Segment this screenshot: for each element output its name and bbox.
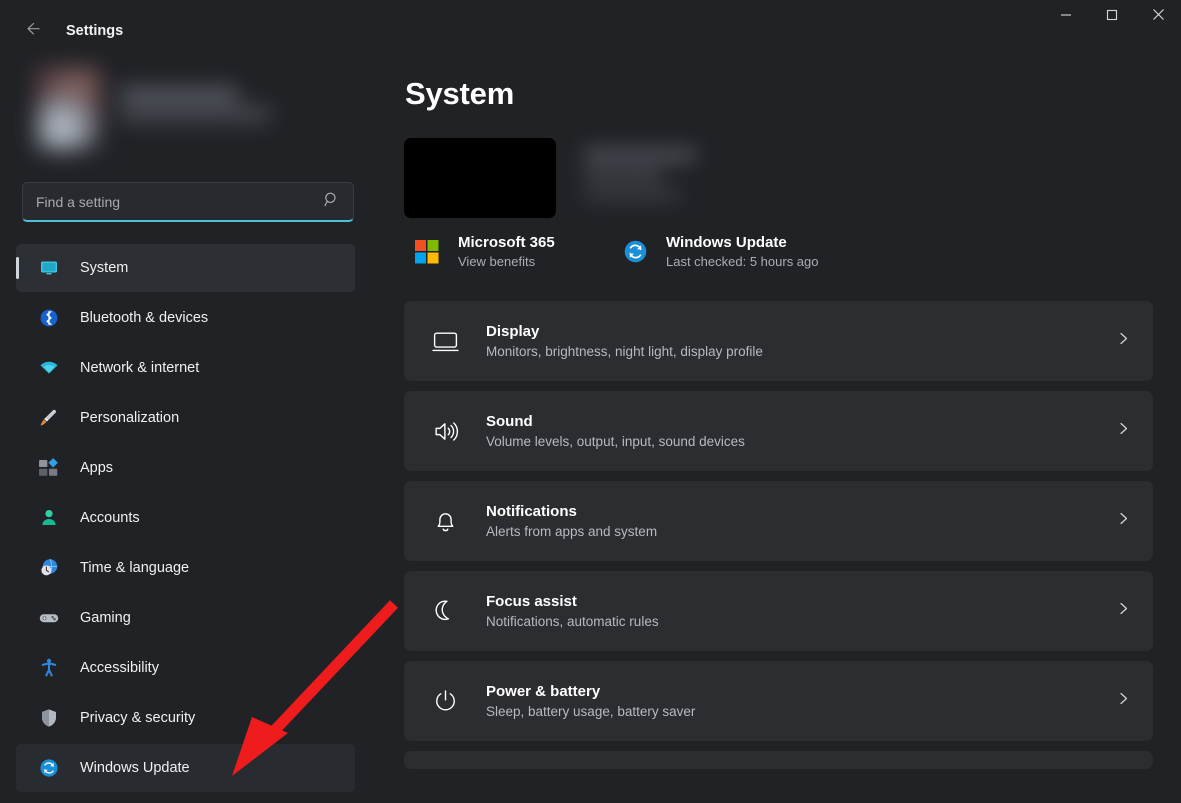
row-title: Sound: [486, 413, 1116, 430]
tile-title: Microsoft 365: [458, 234, 555, 251]
close-icon: [1152, 8, 1165, 26]
wifi-icon: [36, 355, 62, 381]
display-icon: [430, 326, 460, 356]
sidebar-item-system[interactable]: System: [16, 244, 355, 292]
sidebar-item-network-internet[interactable]: Network & internet: [16, 344, 355, 392]
sidebar-item-gaming[interactable]: Gaming: [16, 594, 355, 642]
app-title: Settings: [66, 14, 123, 48]
search-input[interactable]: Find a setting: [36, 194, 323, 210]
close-button[interactable]: [1135, 0, 1181, 33]
sidebar-item-label: Bluetooth & devices: [80, 310, 208, 326]
settings-row-display[interactable]: Display Monitors, brightness, night ligh…: [404, 301, 1153, 381]
back-arrow-icon: [22, 19, 41, 43]
power-icon: [430, 686, 460, 716]
apps-icon: [36, 455, 62, 481]
chevron-right-icon: [1116, 511, 1131, 531]
moon-icon: [430, 596, 460, 626]
chevron-right-icon: [1116, 691, 1131, 711]
sidebar-item-time-language[interactable]: Time & language: [16, 544, 355, 592]
row-subtitle: Notifications, automatic rules: [486, 614, 1116, 629]
microsoft-logo-icon: [412, 237, 442, 267]
sidebar-item-personalization[interactable]: Personalization: [16, 394, 355, 442]
row-title: Focus assist: [486, 593, 1116, 610]
sidebar-item-accounts[interactable]: Accounts: [16, 494, 355, 542]
tile-subtitle: Last checked: 5 hours ago: [666, 254, 819, 269]
sidebar-nav: System Bluetooth & devices: [0, 244, 375, 792]
row-title: Display: [486, 323, 1116, 340]
row-subtitle: Monitors, brightness, night light, displ…: [486, 344, 1116, 359]
tile-title: Windows Update: [666, 234, 819, 251]
sidebar-item-accessibility[interactable]: Accessibility: [16, 644, 355, 692]
device-cards: [404, 138, 1153, 218]
chevron-right-icon: [1116, 331, 1131, 351]
row-subtitle: Volume levels, output, input, sound devi…: [486, 434, 1116, 449]
tile-subtitle: View benefits: [458, 254, 555, 269]
windows-update-tile[interactable]: Windows Update Last checked: 5 hours ago: [612, 234, 819, 269]
settings-row-next-partial[interactable]: [404, 751, 1153, 769]
back-button[interactable]: [12, 14, 50, 48]
avatar: [36, 67, 102, 151]
sidebar-item-label: Time & language: [80, 560, 189, 576]
sidebar-item-label: Accessibility: [80, 660, 159, 676]
device-image-card: [404, 138, 556, 218]
bluetooth-icon: [36, 305, 62, 331]
main-content: System Microsoft: [375, 60, 1181, 803]
microsoft-365-tile[interactable]: Microsoft 365 View benefits: [404, 234, 612, 269]
shield-icon: [36, 705, 62, 731]
sidebar-item-windows-update[interactable]: Windows Update: [16, 744, 355, 792]
sidebar-item-label: Windows Update: [80, 760, 190, 776]
sidebar-item-privacy-security[interactable]: Privacy & security: [16, 694, 355, 742]
row-subtitle: Sleep, battery usage, battery saver: [486, 704, 1116, 719]
settings-row-focus-assist[interactable]: Focus assist Notifications, automatic ru…: [404, 571, 1153, 651]
sidebar-item-apps[interactable]: Apps: [16, 444, 355, 492]
chevron-right-icon: [1116, 601, 1131, 621]
maximize-button[interactable]: [1089, 0, 1135, 33]
bell-icon: [430, 506, 460, 536]
sidebar-item-bluetooth-devices[interactable]: Bluetooth & devices: [16, 294, 355, 342]
minimize-button[interactable]: [1043, 0, 1089, 33]
search-icon: [323, 191, 340, 213]
info-tiles: Microsoft 365 View benefits Windows Upda…: [404, 234, 1153, 269]
sidebar-item-label: Gaming: [80, 610, 131, 626]
sidebar: Find a setting System: [0, 60, 375, 803]
settings-row-notifications[interactable]: Notifications Alerts from apps and syste…: [404, 481, 1153, 561]
paintbrush-icon: [36, 405, 62, 431]
page-title: System: [405, 76, 1153, 112]
monitor-icon: [36, 255, 62, 281]
gamepad-icon: [36, 605, 62, 631]
update-icon: [620, 237, 650, 267]
sidebar-item-label: System: [80, 260, 128, 276]
settings-row-power-battery[interactable]: Power & battery Sleep, battery usage, ba…: [404, 661, 1153, 741]
profile-text-blurred: [120, 89, 270, 129]
sidebar-item-label: Network & internet: [80, 360, 199, 376]
clock-globe-icon: [36, 555, 62, 581]
search-box[interactable]: Find a setting: [22, 182, 354, 222]
sidebar-item-label: Accounts: [80, 510, 140, 526]
settings-list: Display Monitors, brightness, night ligh…: [404, 301, 1153, 769]
row-title: Notifications: [486, 503, 1116, 520]
chevron-right-icon: [1116, 421, 1131, 441]
accessibility-icon: [36, 655, 62, 681]
user-profile-card[interactable]: [22, 62, 304, 156]
row-subtitle: Alerts from apps and system: [486, 524, 1116, 539]
sidebar-item-label: Personalization: [80, 410, 179, 426]
sidebar-item-label: Privacy & security: [80, 710, 195, 726]
sidebar-item-label: Apps: [80, 460, 113, 476]
person-icon: [36, 505, 62, 531]
update-icon: [36, 755, 62, 781]
title-bar: Settings: [0, 0, 1181, 60]
settings-row-sound[interactable]: Sound Volume levels, output, input, soun…: [404, 391, 1153, 471]
minimize-icon: [1060, 8, 1072, 26]
sound-icon: [430, 416, 460, 446]
row-title: Power & battery: [486, 683, 1116, 700]
maximize-icon: [1106, 8, 1118, 26]
window-controls: [1043, 0, 1181, 33]
device-info-card-blurred: [570, 138, 752, 218]
